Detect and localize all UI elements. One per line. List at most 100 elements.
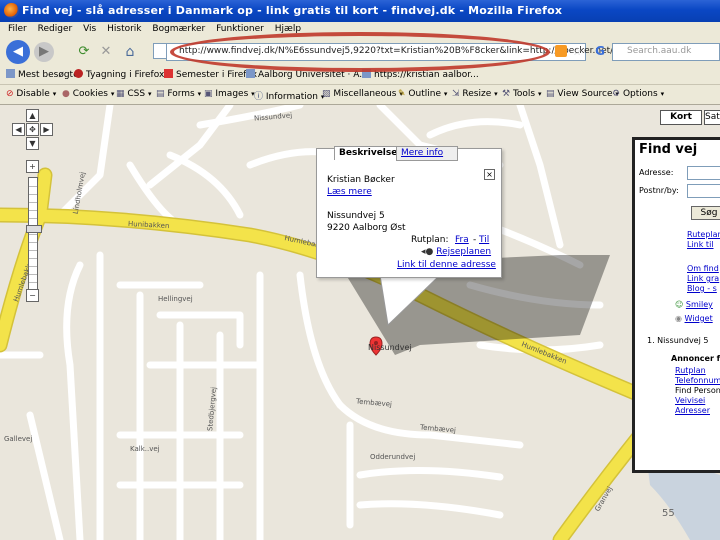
options-icon: ⚙ bbox=[612, 89, 621, 99]
panel-link-om[interactable]: Om find bbox=[687, 264, 719, 273]
pan-center-icon[interactable]: ✥ bbox=[26, 123, 39, 136]
zoom-tick bbox=[29, 186, 37, 187]
widget-icon: ◉ bbox=[675, 314, 682, 323]
route-label: Rutplan: bbox=[411, 235, 449, 245]
rejseplan-row[interactable]: ◂● Rejseplanen bbox=[421, 247, 491, 257]
bookmark-firefox-2[interactable]: Semester i Firefox bbox=[164, 69, 257, 80]
site-favicon-icon bbox=[153, 43, 166, 59]
ad-link[interactable]: Veivisei bbox=[675, 396, 705, 405]
dev-images[interactable]: ▣ Images ▾ bbox=[204, 89, 255, 99]
menu-file[interactable]: Filer bbox=[8, 24, 27, 34]
bookmark-firefox-1[interactable]: Tyagning i Firefox bbox=[74, 69, 164, 80]
zoom-tick bbox=[29, 194, 37, 195]
css-icon: ▦ bbox=[116, 89, 125, 99]
panel-link-ruteplan[interactable]: Ruteplan bbox=[687, 230, 720, 239]
zoom-in-icon[interactable]: + bbox=[26, 160, 39, 173]
wrench-icon: ⚒ bbox=[502, 89, 511, 99]
dev-css[interactable]: ▦ CSS ▾ bbox=[116, 89, 152, 99]
window-title-bar: Find vej - slå adresser i Danmark op - l… bbox=[0, 0, 720, 22]
dev-miscellaneous[interactable]: ▨ Miscellaneous ▾ bbox=[322, 89, 403, 99]
search-input[interactable]: Search.aau.dk bbox=[612, 43, 720, 61]
tab-more-info[interactable]: Mere info bbox=[396, 146, 458, 161]
dev-outline[interactable]: ✎ Outline ▾ bbox=[398, 89, 447, 99]
zoom-out-icon[interactable]: − bbox=[26, 289, 39, 302]
address-label: Adresse: bbox=[639, 168, 674, 177]
reload-icon[interactable]: ⟳ bbox=[74, 42, 94, 62]
misc-icon: ▨ bbox=[322, 89, 331, 99]
home-icon[interactable]: ⌂ bbox=[120, 42, 140, 62]
dev-information[interactable]: ⓘ Information ▾ bbox=[254, 89, 324, 102]
dev-tools[interactable]: ⚒ Tools ▾ bbox=[502, 89, 542, 99]
resize-icon: ⇲ bbox=[452, 89, 460, 99]
forward-icon[interactable]: ▶ bbox=[34, 42, 54, 62]
zoom-slider[interactable] bbox=[26, 177, 42, 291]
dev-forms[interactable]: ▤ Forms ▾ bbox=[156, 89, 201, 99]
rss-icon[interactable] bbox=[555, 45, 567, 57]
info-more-link[interactable]: Læs mere bbox=[327, 187, 372, 197]
panel-title: Find vej bbox=[639, 142, 698, 157]
cookie-icon: ● bbox=[62, 89, 70, 99]
menu-edit[interactable]: Rediger bbox=[38, 24, 73, 34]
ad-link[interactable]: Adresser bbox=[675, 406, 710, 415]
ad-link[interactable]: Find Person bbox=[675, 386, 720, 395]
route-from-link[interactable]: Fra bbox=[455, 235, 469, 245]
rejseplan-icon: ◂● bbox=[421, 247, 434, 257]
stop-icon[interactable]: ✕ bbox=[96, 42, 116, 62]
close-icon[interactable]: × bbox=[484, 169, 495, 180]
dev-cookies[interactable]: ● Cookies ▾ bbox=[62, 89, 114, 99]
web-developer-toolbar: ⊘ Disable ▾ ● Cookies ▾ ▦ CSS ▾ ▤ Forms … bbox=[0, 85, 720, 105]
menu-history[interactable]: Historik bbox=[107, 24, 141, 34]
panel-link-gratis[interactable]: Link gra bbox=[687, 274, 719, 283]
link-to-address[interactable]: Link til denne adresse bbox=[397, 260, 496, 270]
bookmark-most-visited[interactable]: Mest besøgte bbox=[6, 69, 79, 80]
pan-left-icon[interactable]: ◀ bbox=[12, 123, 25, 136]
ads-title: Annoncer fr bbox=[671, 354, 720, 363]
image-icon: ▣ bbox=[204, 89, 213, 99]
map-type-satellite-button[interactable]: Satellit bbox=[704, 110, 720, 125]
dev-view-source[interactable]: ▤ View Source ▾ bbox=[546, 89, 619, 99]
zoom-tick bbox=[29, 234, 37, 235]
dev-options[interactable]: ⚙ Options ▾ bbox=[612, 89, 664, 99]
ad-link[interactable]: Telefonnumm bbox=[675, 376, 720, 385]
folder-icon bbox=[6, 69, 15, 78]
panel-link-blog[interactable]: Blog - s bbox=[687, 284, 717, 293]
tab-description[interactable]: Beskrivelse bbox=[334, 146, 400, 160]
page-icon bbox=[164, 69, 173, 78]
zoom-slider-knob[interactable] bbox=[26, 225, 42, 233]
marker-label: Nissundvej bbox=[368, 343, 412, 352]
menu-bookmarks[interactable]: Bogmærker bbox=[152, 24, 205, 34]
dev-disable[interactable]: ⊘ Disable ▾ bbox=[6, 89, 56, 99]
zoom-tick bbox=[29, 282, 37, 283]
pan-down-icon[interactable]: ▼ bbox=[26, 137, 39, 150]
panel-link-linktil[interactable]: Link til bbox=[687, 240, 714, 249]
back-icon[interactable]: ◀ bbox=[6, 40, 30, 64]
address-input[interactable] bbox=[687, 166, 720, 180]
postal-input[interactable] bbox=[687, 184, 720, 198]
menu-view[interactable]: Vis bbox=[83, 24, 96, 34]
ad-link[interactable]: Rutplan bbox=[675, 366, 706, 375]
zoom-tick bbox=[29, 210, 37, 211]
search-result[interactable]: 1. Nissundvej 5 bbox=[647, 336, 708, 345]
zoom-tick bbox=[29, 242, 37, 243]
pan-up-icon[interactable]: ▲ bbox=[26, 109, 39, 122]
window-title: Find vej - slå adresser i Danmark op - l… bbox=[22, 4, 563, 17]
firefox-icon bbox=[74, 69, 83, 78]
street-label: Odderundvej bbox=[370, 453, 416, 461]
rejseplan-link[interactable]: Rejseplanen bbox=[436, 247, 491, 257]
go-icon[interactable]: G bbox=[592, 44, 608, 60]
pan-right-icon[interactable]: ▶ bbox=[40, 123, 53, 136]
map-type-kort-button[interactable]: Kort bbox=[660, 110, 702, 125]
menu-tools[interactable]: Funktioner bbox=[216, 24, 264, 34]
panel-smiley[interactable]: ☺ Smiley bbox=[675, 300, 713, 309]
zoom-tick bbox=[29, 274, 37, 275]
pencil-icon: ✎ bbox=[398, 89, 406, 99]
info-address-2: 9220 Aalborg Øst bbox=[327, 223, 406, 233]
search-button[interactable]: Søg bbox=[691, 206, 720, 220]
bookmark-star-icon[interactable]: ☆ bbox=[572, 45, 582, 58]
route-to-link[interactable]: Til bbox=[479, 235, 489, 245]
slide-number: 55 bbox=[662, 508, 675, 519]
annotation-ellipse bbox=[170, 32, 550, 72]
dev-resize[interactable]: ⇲ Resize ▾ bbox=[452, 89, 498, 99]
panel-widget[interactable]: ◉ Widget bbox=[675, 314, 713, 323]
search-panel: Find vej Adresse: Postnr/by: Søg Rutepla… bbox=[632, 137, 720, 473]
